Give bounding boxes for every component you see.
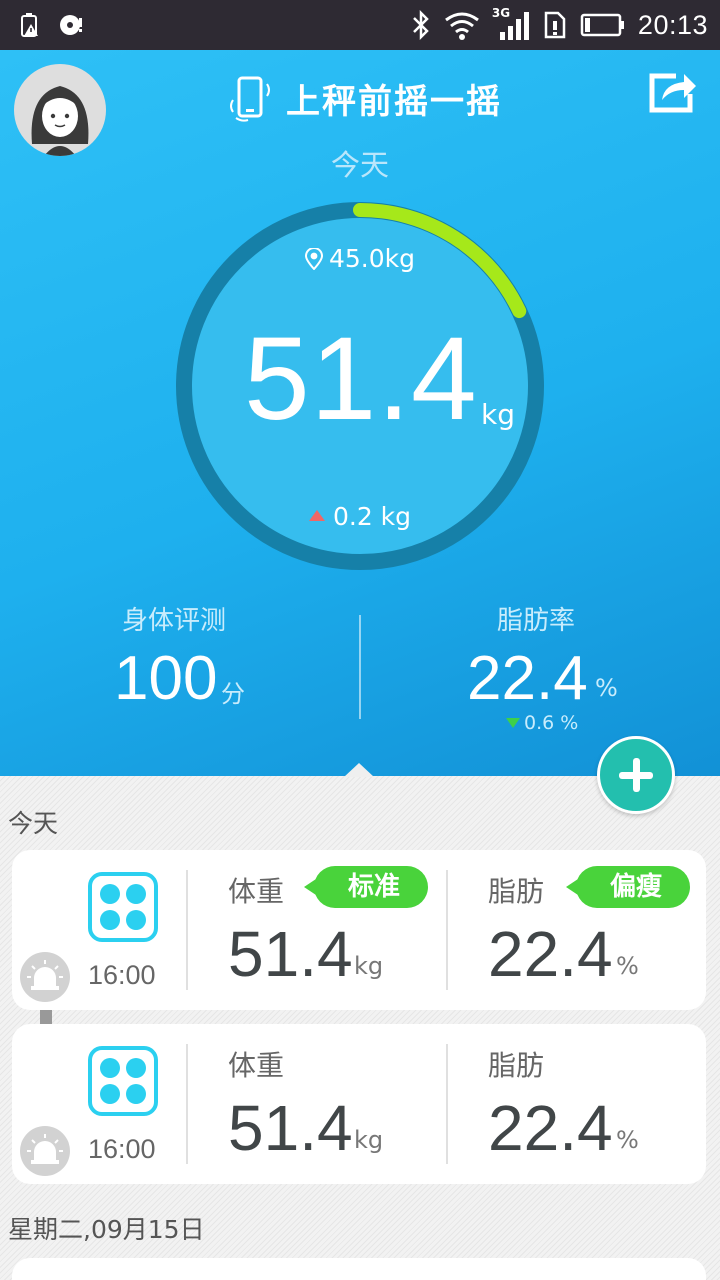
fat-value: 22.4	[488, 918, 613, 990]
date-label: 今天	[330, 148, 389, 182]
record-time: 16:00	[88, 1134, 156, 1164]
body-fat-label: 脂肪率	[497, 606, 576, 636]
body-fat-unit: %	[595, 674, 618, 702]
shake-header: 上秤前摇一摇	[228, 72, 502, 124]
record-card[interactable]: 16:00 体重 51.4 kg 脂肪 22.4 %	[12, 1024, 706, 1184]
alarm-icon	[20, 952, 70, 1002]
body-eval-unit: 分	[221, 680, 245, 708]
fat-unit: %	[616, 1126, 639, 1154]
card-divider	[446, 870, 448, 990]
body-eval-value: 100	[114, 644, 218, 713]
record-card-partial[interactable]	[12, 1258, 706, 1280]
weight-label: 体重	[228, 875, 285, 908]
scale-icon	[88, 872, 158, 942]
increase-arrow-icon	[308, 510, 325, 521]
status-time: 20:13	[637, 9, 708, 40]
cellular-signal-icon: 3G	[492, 6, 530, 42]
weight-unit: kg	[354, 1126, 384, 1154]
decrease-arrow-icon	[506, 718, 520, 728]
weight-unit: kg	[354, 952, 384, 980]
share-icon[interactable]	[648, 68, 698, 114]
weight-value: 51.4	[228, 918, 353, 990]
location-pin-icon	[304, 248, 323, 270]
current-weight: 51.4	[244, 313, 478, 445]
metrics-divider	[359, 615, 361, 719]
weight-value: 51.4	[228, 1092, 353, 1164]
current-weight-unit: kg	[481, 398, 515, 431]
disc-icon	[60, 15, 82, 35]
sim-icon	[544, 11, 566, 39]
weight-label: 体重	[228, 1049, 285, 1082]
weight-change-value: 0.2 kg	[332, 502, 412, 531]
body-fat-value: 22.4	[467, 644, 588, 713]
phone-shake-icon	[230, 76, 270, 122]
battery-warning-icon	[21, 13, 38, 37]
fat-unit: %	[616, 952, 639, 980]
scale-icon	[88, 1046, 158, 1116]
battery-icon	[580, 13, 624, 37]
fat-value: 22.4	[488, 1092, 613, 1164]
bluetooth-icon	[413, 10, 429, 40]
section-date-label: 星期二,09月15日	[8, 1215, 205, 1244]
fat-label: 脂肪	[488, 1049, 545, 1082]
panel-pointer	[344, 763, 374, 777]
page-title: 上秤前摇一摇	[286, 81, 502, 122]
card-divider	[186, 1044, 188, 1164]
add-record-button[interactable]	[597, 736, 675, 814]
fat-status-badge: 偏瘦	[565, 866, 691, 908]
alarm-icon	[20, 1126, 70, 1176]
body-fat-change: 0.6 %	[506, 712, 578, 734]
section-date-label: 今天	[8, 809, 59, 838]
fat-label: 脂肪	[488, 875, 545, 908]
weight-summary-panel: 上秤前摇一摇 今天 45.0kg 51.4 kg 0.2 kg 身体评测 100…	[0, 50, 720, 776]
target-weight: 45.0kg	[0, 244, 720, 273]
wifi-icon	[445, 12, 479, 40]
weight-status-badge: 标准	[303, 866, 429, 908]
target-weight-value: 45.0kg	[328, 244, 415, 273]
record-card[interactable]: 16:00 体重 标准 51.4 kg 脂肪 偏瘦 22.4 %	[12, 850, 706, 1010]
record-time: 16:00	[88, 960, 156, 990]
status-bar: 3G 20:13	[0, 0, 720, 50]
body-eval-label: 身体评测	[122, 606, 227, 636]
body-fat-change-value: 0.6 %	[524, 712, 579, 734]
weight-change: 0.2 kg	[0, 502, 720, 531]
card-divider	[446, 1044, 448, 1164]
card-divider	[186, 870, 188, 990]
